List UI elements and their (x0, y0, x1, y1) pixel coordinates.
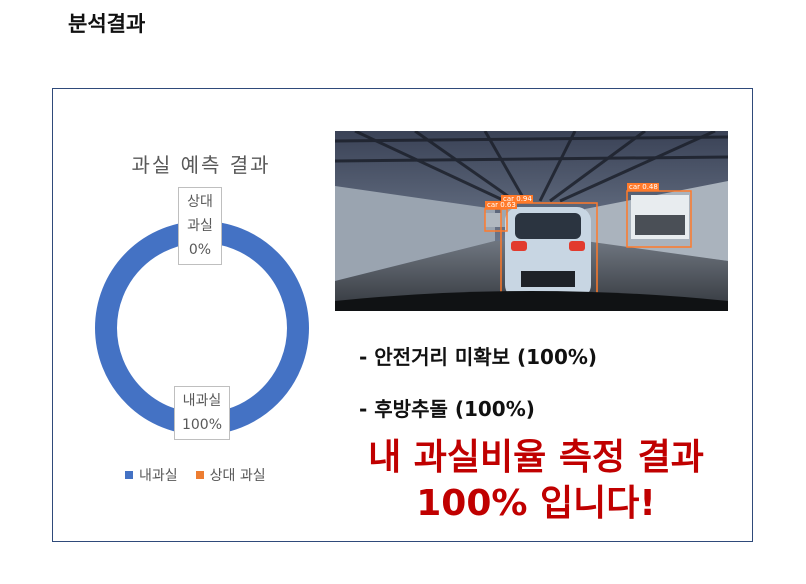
legend-item-my-fault: 내과실 (125, 465, 178, 485)
data-label-line: 내과실 (182, 393, 222, 409)
legend-label: 상대 과실 (209, 468, 266, 484)
dashcam-detection-image: car 0.94 car 0.63 car 0.48 (335, 131, 728, 311)
detection-label: car 0.48 (629, 183, 658, 191)
legend-swatch (195, 471, 204, 479)
data-label-line: 상대 (187, 194, 213, 210)
page-title: 분석결과 (68, 12, 146, 36)
result-panel: 과실 예측 결과 상대 과실 0% 내과실 100% 내과실 상대 과실 car… (52, 88, 753, 542)
data-label-line: 100% (181, 417, 223, 433)
data-label-other-fault: 상대 과실 0% (178, 187, 222, 265)
detection-label: car 0.63 (487, 201, 516, 209)
data-label-line: 0% (188, 242, 212, 258)
data-label-line: 과실 (187, 218, 213, 234)
legend-item-other-fault: 상대 과실 (195, 465, 266, 485)
data-label-my-fault: 내과실 100% (174, 386, 230, 440)
legend-swatch (125, 471, 133, 479)
result-item: - 후방추돌 (100%) (359, 397, 535, 421)
legend-label: 내과실 (139, 468, 178, 484)
chart-legend: 내과실 상대 과실 (125, 465, 266, 485)
headline-line2: 100% 입니다! (416, 483, 656, 524)
headline-line1: 내 과실비율 측정 결과 (368, 437, 704, 478)
result-item: - 안전거리 미확보 (100%) (359, 345, 598, 369)
